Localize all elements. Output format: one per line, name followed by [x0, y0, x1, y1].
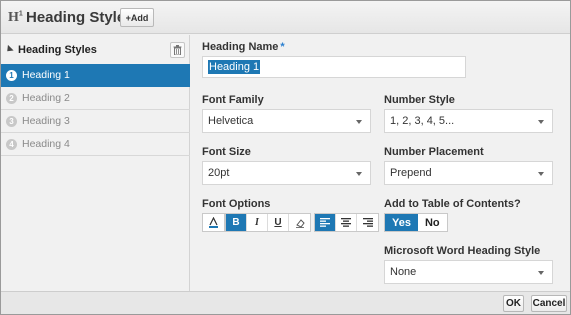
number-placement-select[interactable]: Prepend	[384, 161, 553, 185]
chevron-down-icon	[538, 172, 544, 176]
word-style-select[interactable]: None	[384, 260, 553, 284]
heading-form: Heading Name * Heading 1 Font Family Helv…	[191, 35, 570, 291]
number-style-value: 1, 2, 3, 4, 5...	[390, 115, 455, 127]
dialog-header: H1 Heading Styles +Add	[1, 1, 570, 34]
sidebar-header: Heading Styles	[1, 35, 190, 63]
text-color-toolbar	[202, 213, 225, 232]
italic-button[interactable]: I	[247, 214, 268, 231]
dialog-title: Heading Styles	[26, 9, 134, 26]
heading-logo-icon: H1	[8, 10, 23, 25]
toc-no-button[interactable]: No	[417, 214, 447, 231]
font-family-value: Helvetica	[208, 115, 254, 127]
clear-format-button[interactable]	[289, 214, 310, 231]
underline-button[interactable]: U	[268, 214, 289, 231]
collapse-triangle-icon[interactable]	[4, 44, 14, 55]
font-options-label: Font Options	[202, 198, 271, 210]
list-item-label: Heading 2	[22, 92, 70, 104]
toc-yes-button[interactable]: Yes	[385, 214, 418, 231]
heading-styles-dialog: H1 Heading Styles +Add Heading Styles 1 …	[0, 0, 571, 315]
text-color-icon	[209, 217, 218, 228]
align-left-icon	[320, 218, 330, 227]
font-size-label: Font Size	[202, 146, 251, 158]
font-family-select[interactable]: Helvetica	[202, 109, 371, 133]
list-item-label: Heading 4	[22, 138, 70, 150]
heading-name-label: Heading Name *	[202, 41, 285, 53]
chevron-down-icon	[356, 120, 362, 124]
number-badge-icon: 4	[6, 138, 17, 150]
dialog-footer: OK Cancel	[1, 291, 570, 314]
heading-name-value: Heading 1	[208, 60, 261, 74]
bold-button[interactable]: B	[226, 214, 247, 231]
list-item-heading-3[interactable]: 3 Heading 3	[1, 110, 190, 133]
required-asterisk: *	[280, 41, 285, 53]
number-badge-icon: 2	[6, 92, 17, 104]
cancel-button[interactable]: Cancel	[531, 295, 567, 312]
font-style-toolbar: B I U	[225, 213, 311, 232]
number-style-label: Number Style	[384, 94, 455, 106]
number-badge-icon: 3	[6, 115, 17, 127]
chevron-down-icon	[356, 172, 362, 176]
number-badge-icon: 1	[6, 69, 17, 81]
align-right-icon	[362, 218, 373, 227]
underline-icon: U	[274, 217, 282, 228]
number-placement-value: Prepend	[390, 167, 432, 179]
toc-label: Add to Table of Contents?	[384, 198, 521, 210]
align-center-icon	[341, 218, 351, 227]
sidebar: Heading Styles 1 Heading 1 2 Heading 2 3…	[1, 35, 190, 291]
eraser-icon	[295, 218, 305, 228]
number-placement-label: Number Placement	[384, 146, 484, 158]
text-color-button[interactable]	[203, 214, 224, 231]
heading-list: 1 Heading 1 2 Heading 2 3 Heading 3 4 He…	[1, 64, 190, 156]
toc-toggle: Yes No	[384, 213, 448, 232]
list-item-heading-1[interactable]: 1 Heading 1	[1, 64, 190, 87]
delete-button[interactable]	[170, 42, 185, 58]
bold-icon: B	[232, 217, 240, 228]
ok-button[interactable]: OK	[503, 295, 524, 312]
font-size-select[interactable]: 20pt	[202, 161, 371, 185]
list-item-label: Heading 1	[22, 69, 70, 81]
align-center-button[interactable]	[336, 214, 357, 231]
italic-icon: I	[255, 217, 259, 228]
chevron-down-icon	[538, 120, 544, 124]
align-right-button[interactable]	[357, 214, 378, 231]
font-size-value: 20pt	[208, 167, 230, 179]
heading-name-input[interactable]: Heading 1	[202, 56, 466, 78]
list-item-label: Heading 3	[22, 115, 70, 127]
word-style-value: None	[390, 266, 417, 278]
trash-icon	[173, 45, 182, 55]
alignment-toolbar	[314, 213, 379, 232]
word-style-label: Microsoft Word Heading Style	[384, 245, 541, 257]
sidebar-title: Heading Styles	[18, 44, 97, 56]
chevron-down-icon	[538, 271, 544, 275]
align-left-button[interactable]	[315, 214, 336, 231]
list-item-heading-2[interactable]: 2 Heading 2	[1, 87, 190, 110]
font-family-label: Font Family	[202, 94, 264, 106]
number-style-select[interactable]: 1, 2, 3, 4, 5...	[384, 109, 553, 133]
add-button[interactable]: +Add	[120, 8, 154, 27]
list-item-heading-4[interactable]: 4 Heading 4	[1, 133, 190, 156]
